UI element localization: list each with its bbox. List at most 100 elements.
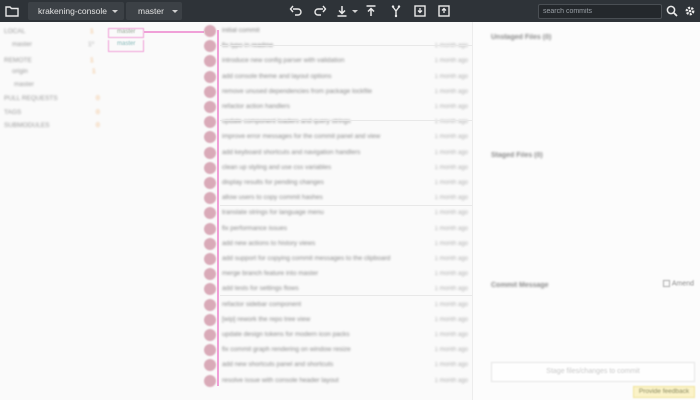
commit-row[interactable]: merge branch feature into master 1 month … — [200, 267, 472, 281]
commit-row[interactable]: clean up styling and use css variables 1 … — [200, 161, 472, 175]
commit-message: translate strings for language menu — [222, 209, 324, 217]
checkbox-icon — [662, 280, 670, 287]
branch-label-local[interactable]: master — [108, 28, 144, 38]
pull-options-caret-icon[interactable] — [352, 10, 358, 13]
commit-row[interactable]: display results for pending changes 1 mon… — [200, 176, 472, 190]
avatar — [204, 101, 216, 113]
sidebar-section-remote[interactable]: REMOTE — [4, 56, 32, 66]
commit-message: refactor action handlers — [222, 103, 290, 110]
commit-message: fix performance issues — [222, 224, 288, 232]
avatar — [204, 207, 216, 220]
sidebar-label: master — [12, 41, 32, 48]
commit-row[interactable]: update design tokens for modern icon pac… — [200, 328, 472, 342]
commit-row[interactable]: remove unused dependencies from package … — [200, 85, 472, 99]
commit-message: display results for pending changes — [222, 179, 324, 186]
commit-time: 1 month ago — [434, 88, 468, 95]
sidebar-item-remote-master[interactable]: master — [14, 80, 34, 90]
sidebar-item-master[interactable]: master — [12, 40, 32, 50]
pop-icon[interactable] — [437, 4, 451, 18]
gear-icon[interactable] — [683, 4, 697, 18]
commit-time: 1 month ago — [434, 149, 468, 156]
commit-row[interactable]: fix performance issues 1 month ago — [200, 222, 472, 236]
avatar — [204, 177, 216, 189]
push-icon[interactable] — [364, 4, 378, 18]
commit-time: 1 month ago — [434, 119, 468, 126]
avatar — [204, 329, 216, 341]
search-input[interactable] — [538, 4, 662, 19]
branch-icon[interactable] — [389, 4, 403, 18]
commit-row[interactable]: allow users to copy commit hashes 1 month… — [200, 191, 472, 205]
top-toolbar: krakening-console master — [0, 0, 700, 22]
commit-row[interactable]: fix commit graph rendering on window res… — [200, 343, 472, 357]
avatar — [204, 25, 216, 37]
amend-checkbox[interactable]: Amend — [662, 280, 694, 287]
sidebar-count: 1* — [88, 41, 95, 48]
feedback-button[interactable]: Provide feedback — [633, 386, 695, 398]
commit-message: add new shortcuts panel and shortcuts — [222, 361, 334, 369]
commit-row[interactable]: add console theme and layout options 1 mo… — [200, 70, 472, 84]
repo-selector[interactable]: krakening-console — [28, 2, 124, 20]
commit-row[interactable]: introduce new config parser with validat… — [200, 54, 472, 68]
pull-icon[interactable] — [335, 4, 349, 18]
avatar — [204, 192, 216, 205]
sidebar-count: 0 — [96, 95, 100, 102]
commit-row[interactable]: improve error messages for the commit pa… — [200, 130, 472, 144]
sidebar-section-tags[interactable]: TAGS — [4, 108, 21, 118]
chevron-down-icon — [112, 10, 118, 13]
sidebar-label: origin — [12, 68, 28, 75]
graph-connector — [144, 31, 204, 33]
avatar — [204, 374, 216, 387]
branch-selector[interactable]: master — [126, 2, 182, 20]
unstaged-files-heading: Unstaged Files (0) — [491, 34, 552, 41]
commit-message: introduce new config parser with validat… — [222, 57, 345, 65]
folder-icon[interactable] — [5, 4, 19, 18]
commit-time: 1 month ago — [434, 240, 468, 247]
avatar — [204, 359, 216, 372]
redo-icon[interactable] — [313, 4, 327, 18]
sidebar-label: REMOTE — [4, 57, 32, 64]
commit-row[interactable]: resolve issue with console header layout… — [200, 374, 472, 388]
commit-row[interactable]: [wip] rework the repo tree view 1 month a… — [200, 313, 472, 327]
sidebar-section-submodules[interactable]: SUBMODULES — [4, 121, 50, 131]
sidebar-label: TAGS — [4, 109, 22, 116]
left-sidebar: LOCAL 1 master 1* REMOTE 1 origin 1 mast… — [0, 22, 106, 400]
sidebar-count: 1 — [90, 28, 94, 35]
avatar — [204, 253, 216, 265]
commit-row[interactable]: add support for copying commit messages … — [200, 252, 472, 266]
commit-row[interactable]: add new shortcuts panel and shortcuts 1 m… — [200, 358, 472, 372]
avatar — [204, 116, 216, 129]
commit-row[interactable]: add keyboard shortcuts and navigation ha… — [200, 146, 472, 160]
avatar — [204, 146, 216, 159]
branch-label-text: master — [117, 41, 136, 47]
row-divider — [220, 120, 472, 121]
commit-row[interactable]: fix typo in readme 1 month ago — [200, 39, 472, 53]
chevron-down-icon — [172, 10, 178, 13]
commit-button[interactable]: Stage files/changes to commit — [491, 362, 695, 382]
commit-row[interactable]: update component loaders and query strin… — [200, 115, 472, 129]
commit-row[interactable]: refactor sidebar component 1 month ago — [200, 298, 472, 312]
commit-message: merge branch feature into master — [222, 270, 319, 278]
undo-icon[interactable] — [289, 4, 303, 18]
branch-name: master — [138, 6, 164, 16]
avatar — [204, 55, 216, 68]
sidebar-section-pull-requests[interactable]: PULL REQUESTS — [4, 94, 58, 104]
commit-message: fix typo in readme — [222, 39, 273, 53]
commit-time: 1 month ago — [434, 347, 468, 354]
commit-time: 1 month ago — [434, 164, 468, 171]
commit-row[interactable]: translate strings for language menu 1 mon… — [200, 206, 472, 220]
search-icon[interactable] — [665, 4, 679, 18]
commit-time: 1 month ago — [434, 377, 468, 384]
commit-row[interactable]: add new actions to history views 1 month … — [200, 237, 472, 251]
commit-time: 1 month ago — [434, 104, 468, 110]
commit-row[interactable]: refactor action handlers 1 month ago — [200, 100, 472, 114]
branch-label-remote[interactable]: master — [108, 40, 144, 52]
avatar — [204, 85, 216, 98]
commit-row[interactable]: initial commit — [200, 24, 472, 38]
row-divider — [220, 205, 472, 206]
sidebar-item-origin[interactable]: origin — [12, 67, 28, 77]
sidebar-section-local[interactable]: LOCAL — [4, 27, 84, 37]
commit-time: 1 month ago — [434, 195, 468, 202]
commit-time: 1 month ago — [434, 316, 468, 323]
stash-icon[interactable] — [413, 4, 427, 18]
commit-time: 1 month ago — [434, 134, 468, 141]
